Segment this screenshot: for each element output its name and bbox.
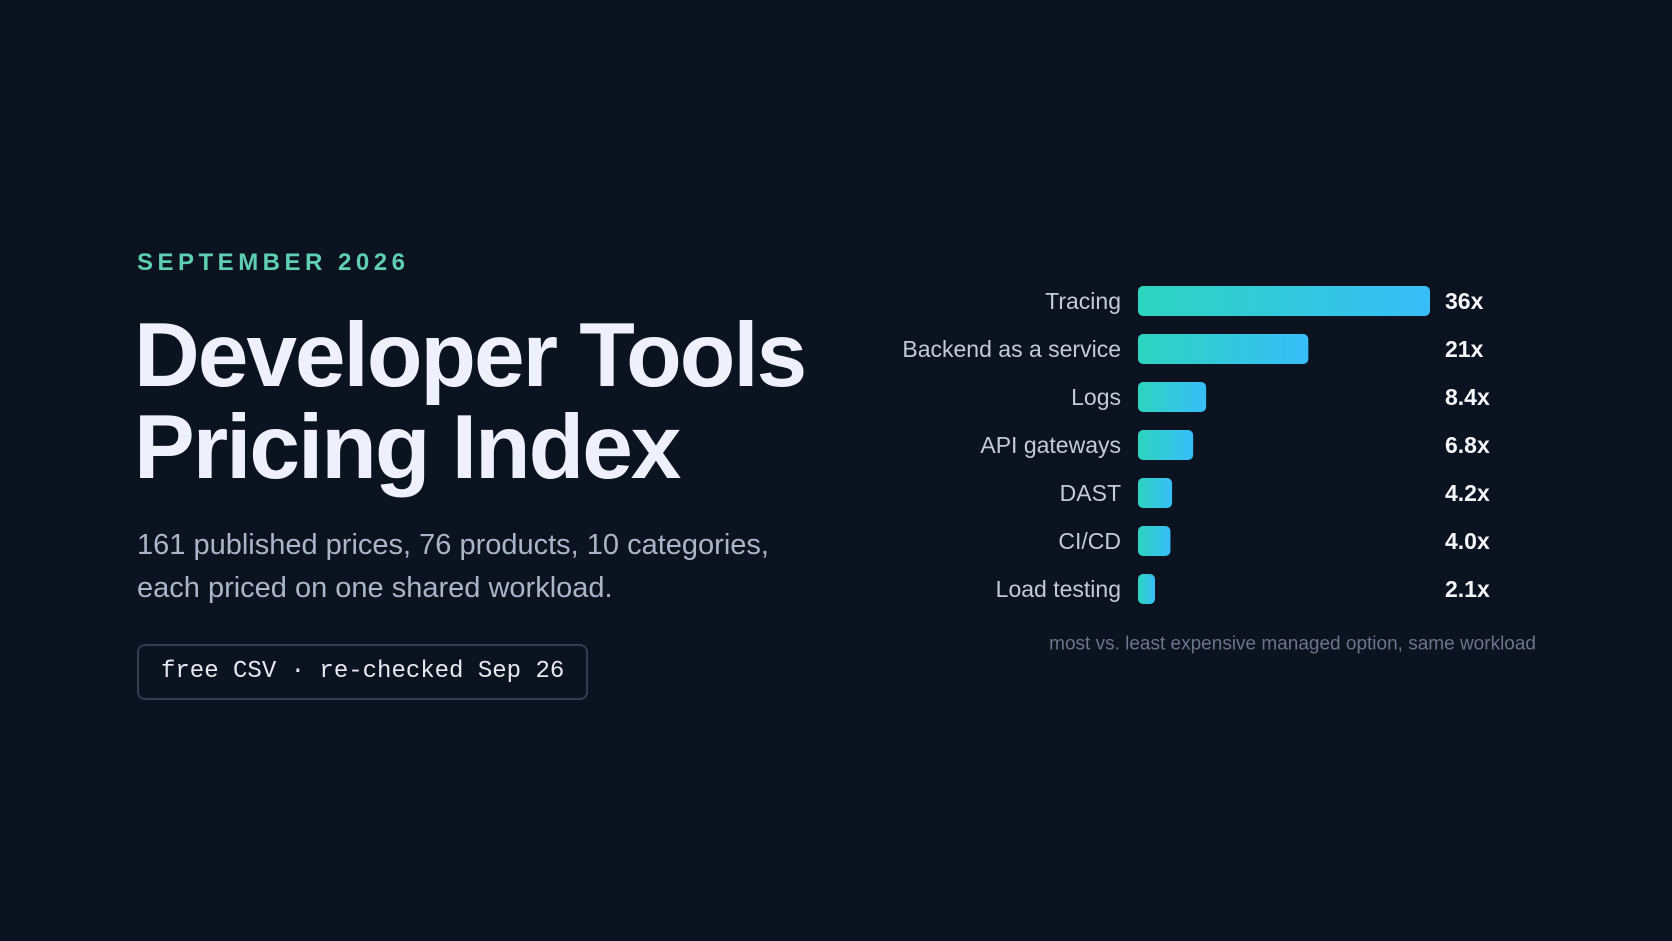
bar [1138, 334, 1309, 364]
bar-value-label: 6.8x [1445, 432, 1490, 458]
bar-value-label: 2.1x [1445, 576, 1490, 602]
bar [1138, 478, 1173, 508]
bar-category-label: Tracing [1045, 288, 1121, 314]
bar [1138, 526, 1171, 556]
chart-note: most vs. least expensive managed option,… [1049, 634, 1536, 655]
bar-category-label: API gateways [980, 432, 1121, 458]
bar [1138, 382, 1207, 412]
bar-category-label: CI/CD [1058, 528, 1121, 554]
bar-category-label: Backend as a service [902, 336, 1121, 362]
bar-value-label: 4.0x [1445, 528, 1490, 554]
bar-value-label: 4.2x [1445, 480, 1490, 506]
bar-value-label: 36x [1445, 288, 1484, 314]
bar [1138, 430, 1194, 460]
bar-value-label: 21x [1445, 336, 1484, 362]
bar-category-label: Load testing [996, 576, 1121, 602]
bar-value-label: 8.4x [1445, 384, 1490, 410]
bar-category-label: Logs [1071, 384, 1121, 410]
bar [1138, 286, 1430, 316]
bar-category-label: DAST [1060, 480, 1121, 506]
price-ratio-bar-chart: Tracing 36x Backend as a service 21x Logs 8.4… [902, 286, 1536, 655]
bar [1138, 574, 1156, 604]
